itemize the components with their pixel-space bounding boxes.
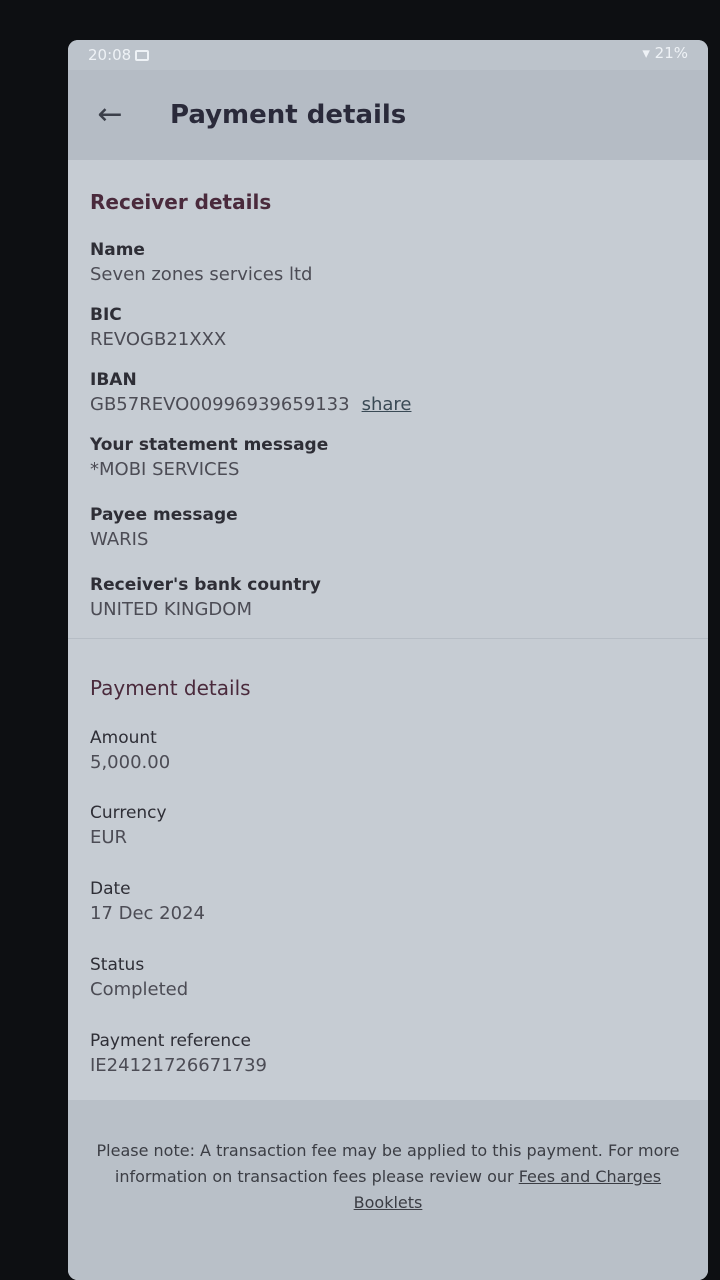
statement-field: Your statement message *MOBI SERVICES bbox=[90, 435, 328, 480]
date-field: Date 17 Dec 2024 bbox=[90, 879, 205, 924]
section-divider bbox=[68, 638, 708, 639]
statement-label: Your statement message bbox=[90, 435, 329, 455]
phone-screen: 20:08 ▾ 21% ← Payment details Receiver d… bbox=[68, 40, 708, 1280]
back-arrow-icon[interactable]: ← bbox=[90, 95, 130, 135]
status-value: Completed bbox=[90, 979, 189, 1000]
status-bar: 20:08 ▾ 21% bbox=[68, 40, 708, 70]
name-value: Seven zones services ltd bbox=[90, 264, 313, 285]
iban-share-link[interactable]: share bbox=[362, 394, 412, 415]
fee-notice: Please note: A transaction fee may be ap… bbox=[68, 1100, 708, 1280]
receiver-section-title: Receiver details bbox=[90, 190, 272, 214]
bic-field: BIC REVOGB21XXX bbox=[90, 305, 226, 350]
fee-notice-text: Please note: A transaction fee may be ap… bbox=[88, 1138, 688, 1216]
payee-label: Payee message bbox=[90, 505, 238, 525]
iban-value: GB57REVO00996939659133 bbox=[90, 394, 350, 415]
currency-value: EUR bbox=[90, 827, 128, 848]
status-label: Status bbox=[90, 955, 145, 975]
amount-value: 5,000.00 bbox=[90, 752, 171, 773]
reference-value: IE24121726671739 bbox=[90, 1055, 268, 1076]
payee-value: WARIS bbox=[90, 529, 149, 550]
battery-indicator: ▾ 21% bbox=[642, 44, 688, 62]
wifi-icon: ▾ bbox=[642, 44, 650, 62]
reference-label: Payment reference bbox=[90, 1031, 252, 1051]
name-field: Name Seven zones services ltd bbox=[90, 240, 312, 285]
statement-value: *MOBI SERVICES bbox=[90, 459, 240, 480]
reference-field: Payment reference IE24121726671739 bbox=[90, 1031, 267, 1076]
status-time: 20:08 bbox=[88, 46, 150, 64]
amount-label: Amount bbox=[90, 728, 157, 748]
bic-value: REVOGB21XXX bbox=[90, 329, 227, 350]
payment-section-title: Payment details bbox=[90, 676, 251, 700]
date-value: 17 Dec 2024 bbox=[90, 903, 205, 924]
page-title: Payment details bbox=[170, 100, 407, 130]
country-value: UNITED KINGDOM bbox=[90, 599, 252, 620]
battery-text: 21% bbox=[654, 44, 688, 62]
payee-field: Payee message WARIS bbox=[90, 505, 238, 550]
notification-icon bbox=[135, 50, 150, 61]
currency-field: Currency EUR bbox=[90, 803, 167, 848]
iban-value-row: GB57REVO00996939659133 share bbox=[90, 394, 411, 415]
bic-label: BIC bbox=[90, 305, 122, 325]
country-label: Receiver's bank country bbox=[90, 575, 321, 595]
iban-field: IBAN GB57REVO00996939659133 share bbox=[90, 370, 411, 415]
details-content: Receiver details Name Seven zones servic… bbox=[68, 160, 708, 1280]
iban-label: IBAN bbox=[90, 370, 137, 390]
app-bar: ← Payment details bbox=[68, 70, 708, 160]
amount-field: Amount 5,000.00 bbox=[90, 728, 170, 773]
country-field: Receiver's bank country UNITED KINGDOM bbox=[90, 575, 321, 620]
date-label: Date bbox=[90, 879, 131, 899]
time-text: 20:08 bbox=[88, 46, 132, 64]
name-label: Name bbox=[90, 240, 145, 260]
currency-label: Currency bbox=[90, 803, 167, 823]
status-field: Status Completed bbox=[90, 955, 188, 1000]
